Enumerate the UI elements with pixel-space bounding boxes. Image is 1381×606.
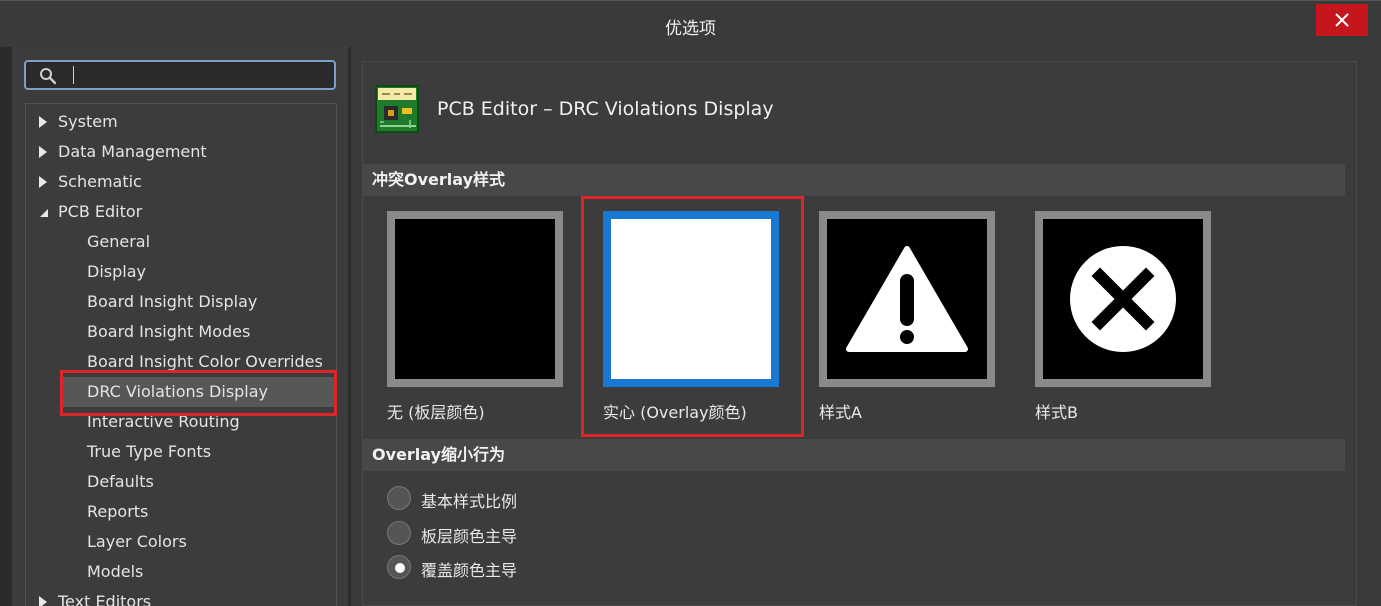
none-black-swatch-icon [395,219,555,379]
search-icon [40,68,57,85]
overlay-style-header: 冲突Overlay样式 [362,164,1345,196]
style-option-b-label: 样式B [1035,403,1078,422]
tree-item-models[interactable]: Models [26,557,336,587]
circle-x-icon [1043,219,1203,379]
style-option-a-label: 样式A [819,403,862,422]
tree-item-true-type-fonts[interactable]: True Type Fonts [26,437,336,467]
radio-circle-checked[interactable] [387,555,411,579]
tree-item-label: General [87,232,151,251]
tree-item-board-insight-display[interactable]: Board Insight Display [26,287,336,317]
tree-item-label: Text Editors [58,592,152,606]
radio-base-style-scale[interactable]: 基本样式比例 [387,484,687,514]
tree-item-label: DRC Violations Display [87,382,269,401]
style-option-none-label: 无 (板层颜色) [387,403,485,422]
tree-item-label: System [58,112,118,131]
tree-item-label: Models [87,562,144,581]
radio-label: 覆盖颜色主导 [421,561,518,580]
tree-item-reports[interactable]: Reports [26,497,336,527]
tree-item-data-management[interactable]: Data Management [26,137,336,167]
collapse-arrow-icon[interactable] [38,206,48,218]
tree-item-defaults[interactable]: Defaults [26,467,336,497]
tree-item-board-insight-color-overrides[interactable]: Board Insight Color Overrides [26,347,336,377]
tree-item-label: True Type Fonts [87,442,212,461]
preferences-tree: System Data Management Schematic PCB Edi… [25,103,337,606]
radio-label: 板层颜色主导 [421,527,518,546]
tree-item-interactive-routing[interactable]: Interactive Routing [26,407,336,437]
radio-overlay-color-dominant[interactable]: 覆盖颜色主导 [387,553,687,583]
radio-circle[interactable] [387,486,411,510]
tree-item-pcb-editor[interactable]: PCB Editor [26,197,336,227]
style-option-solid-label: 实心 (Overlay颜色) [603,403,747,422]
solid-white-swatch-icon [611,219,771,379]
close-button[interactable] [1316,4,1368,36]
tree-item-text-editors[interactable]: Text Editors [26,587,336,606]
tree-item-label: Defaults [87,472,154,491]
tree-item-label: Interactive Routing [87,412,240,431]
tree-item-general[interactable]: General [26,227,336,257]
style-option-none[interactable] [387,211,563,387]
radio-circle[interactable] [387,521,411,545]
radio-label: 基本样式比例 [421,492,518,511]
tree-item-label: PCB Editor [58,202,143,221]
tree-item-label: Schematic [58,172,142,191]
radio-dot [395,563,405,573]
window-title: 优选项 [665,19,716,39]
tree-item-board-insight-modes[interactable]: Board Insight Modes [26,317,336,347]
warning-triangle-icon [827,219,987,379]
title-bar: 优选项 [0,0,1381,47]
style-option-solid[interactable] [603,211,779,387]
expand-arrow-icon[interactable] [38,146,48,158]
search-input[interactable] [78,65,332,87]
search-caret [73,66,74,84]
tree-item-label: Data Management [58,142,207,161]
tree-item-label: Board Insight Modes [87,322,251,341]
tree-item-layer-colors[interactable]: Layer Colors [26,527,336,557]
style-option-a[interactable] [819,211,995,387]
tree-item-label: Display [87,262,146,281]
pcb-board-icon [375,85,419,133]
tree-item-system[interactable]: System [26,107,336,137]
tree-item-drc-violations-display[interactable]: DRC Violations Display [62,377,336,407]
search-box[interactable] [24,60,336,90]
page-title: PCB Editor – DRC Violations Display [437,98,774,120]
expand-arrow-icon[interactable] [38,176,48,188]
tree-item-display[interactable]: Display [26,257,336,287]
tree-item-label: Board Insight Color Overrides [87,352,323,371]
overlay-shrink-header: Overlay缩小行为 [362,439,1345,471]
expand-arrow-icon[interactable] [38,116,48,128]
radio-layer-color-dominant[interactable]: 板层颜色主导 [387,519,687,549]
close-icon [1335,13,1349,27]
tree-item-label: Layer Colors [87,532,187,551]
tree-item-label: Reports [87,502,149,521]
tree-item-label: Board Insight Display [87,292,258,311]
expand-arrow-icon[interactable] [38,596,48,606]
tree-item-schematic[interactable]: Schematic [26,167,336,197]
style-option-b[interactable] [1035,211,1211,387]
